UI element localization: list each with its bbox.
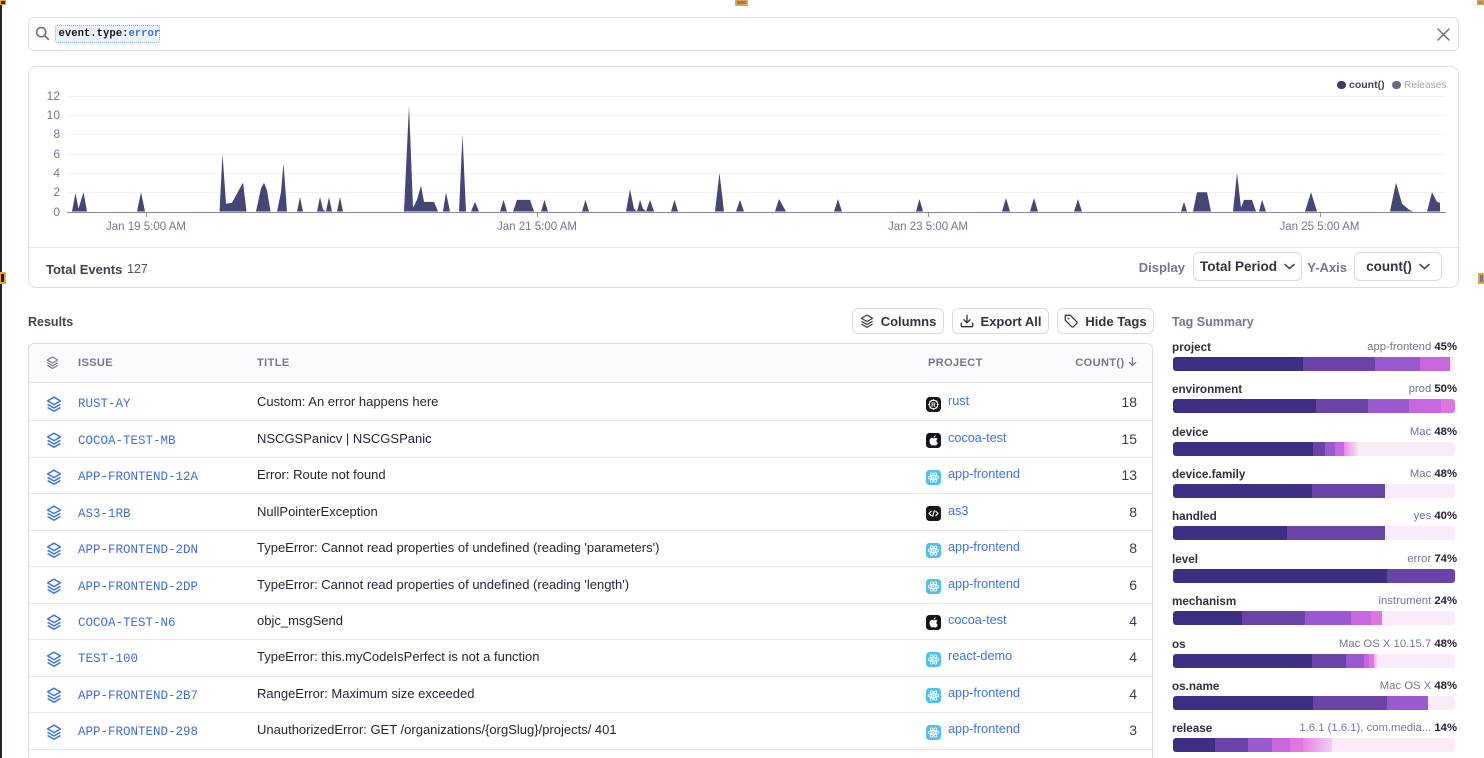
svg-text:R: R [931, 401, 936, 408]
